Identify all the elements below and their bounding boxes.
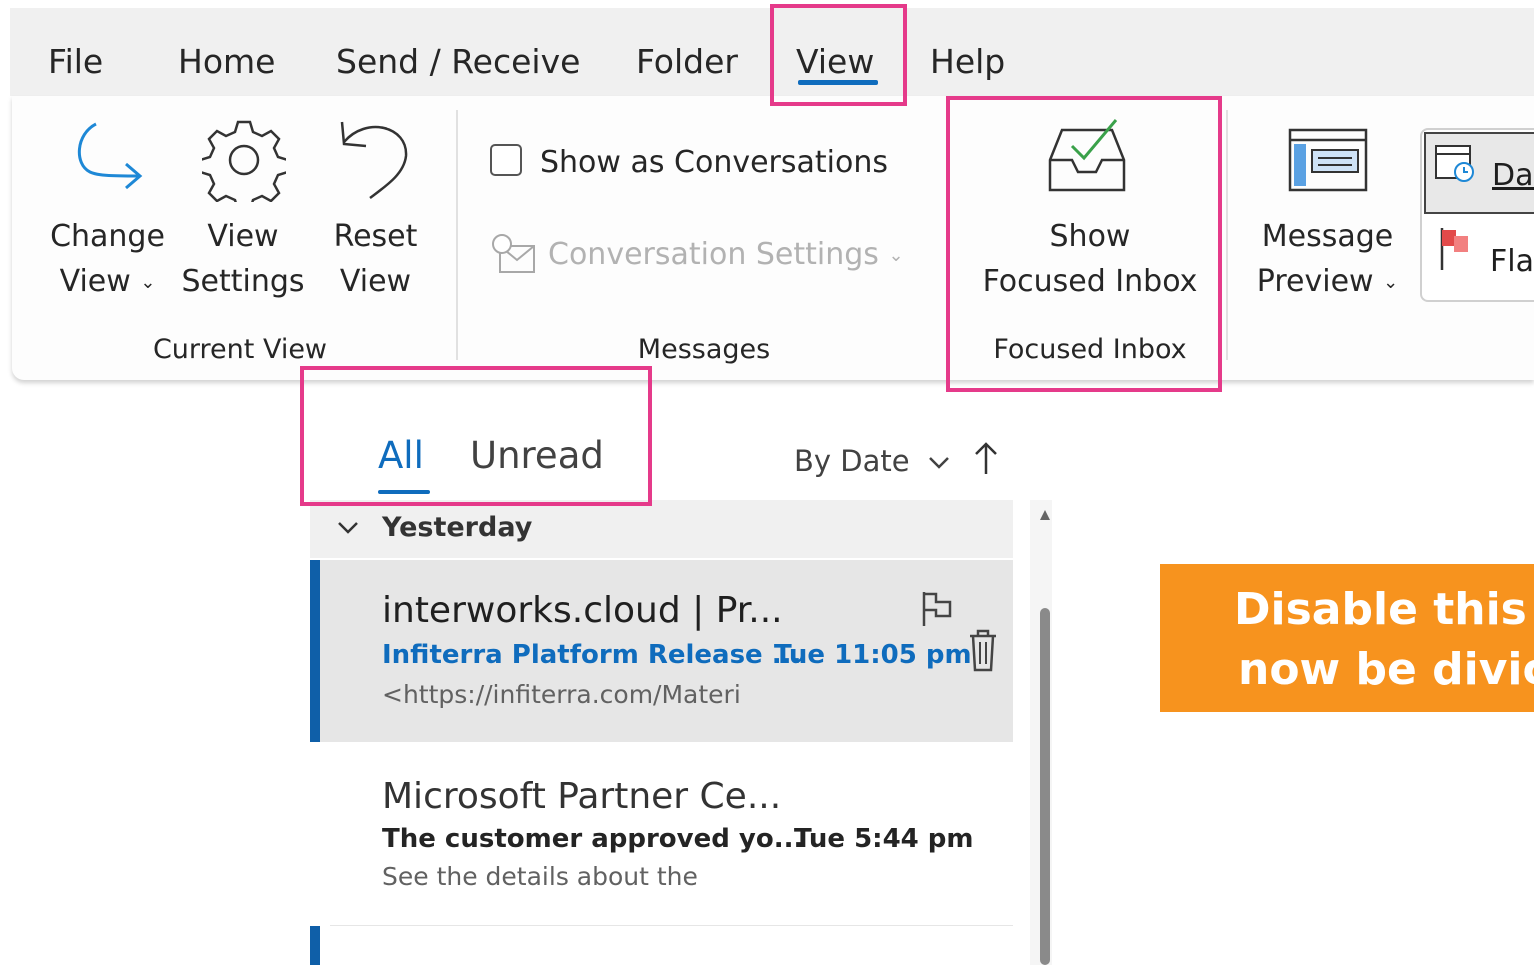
chevron-down-icon: ⌄ (140, 272, 156, 293)
highlight-view-tab (770, 4, 907, 106)
tab-home[interactable]: Home (178, 42, 275, 81)
unread-indicator (310, 926, 320, 965)
show-as-conversations-label[interactable]: Show as Conversations (540, 140, 888, 185)
sort-by-dropdown[interactable]: By Date (794, 444, 951, 478)
group-label-messages: Messages (637, 334, 771, 365)
mail-preview: See the details about the (382, 862, 698, 891)
group-divider (456, 110, 458, 360)
show-as-conversations-checkbox[interactable] (490, 144, 522, 176)
undo-icon (340, 121, 408, 200)
tab-help[interactable]: Help (930, 42, 1005, 81)
arrange-by-date-button[interactable]: Dat (1424, 132, 1534, 214)
arrange-by-date-label: Dat (1492, 158, 1534, 193)
tab-send-receive[interactable]: Send / Receive (336, 42, 580, 81)
view-settings-label: View Settings (181, 219, 305, 299)
chevron-down-icon: ⌄ (888, 245, 904, 266)
mail-list-item[interactable] (310, 926, 1013, 965)
unread-indicator (310, 560, 320, 742)
group-label-current-view: Current View (152, 334, 328, 365)
instruction-callout: Disable this v now be divic (1160, 564, 1534, 712)
mail-subject: interworks.cloud | Pr... (382, 590, 783, 631)
mail-sender: Infiterra Platform Release ... (382, 640, 802, 670)
message-preview-button[interactable]: Message Preview ⌄ (1240, 110, 1415, 310)
group-header-yesterday[interactable]: Yesterday (310, 500, 1013, 558)
trash-icon[interactable] (968, 628, 998, 672)
chevron-down-icon: ⌄ (1383, 272, 1399, 293)
message-preview-icon (1288, 128, 1368, 192)
highlight-focused-inbox (946, 96, 1222, 392)
conversation-settings-button[interactable]: Conversation Settings ⌄ (548, 232, 904, 278)
callout-line-1: Disable this v (1234, 584, 1534, 635)
mail-time: Tue 11:05 pm (774, 640, 972, 670)
mail-list-item[interactable]: Microsoft Partner Ce... The customer app… (310, 744, 1013, 924)
chevron-down-icon (338, 522, 358, 534)
sort-arrow-up-icon[interactable] (972, 440, 1000, 476)
chevron-down-icon (928, 457, 949, 469)
arrange-by-flag-label: Fla (1490, 244, 1534, 279)
change-view-label: Change View ⌄ (50, 219, 165, 299)
scrollbar-thumb[interactable] (1040, 608, 1050, 965)
flag-icon (1440, 228, 1468, 270)
mail-time: Tue 5:44 pm (794, 824, 974, 854)
view-settings-button[interactable]: View Settings (178, 110, 308, 310)
message-preview-label: Message Preview ⌄ (1256, 219, 1399, 299)
group-divider (1226, 110, 1228, 360)
change-view-button[interactable]: Change View ⌄ (40, 110, 175, 310)
conversation-settings-icon (492, 234, 535, 273)
tab-file[interactable]: File (48, 42, 103, 81)
gear-icon (202, 120, 286, 202)
mail-list-item[interactable]: interworks.cloud | Pr... Infiterra Platf… (310, 560, 1013, 742)
flag-outline-icon[interactable] (920, 588, 954, 628)
group-header-label: Yesterday (382, 512, 533, 543)
reset-view-label: Reset View (333, 219, 418, 299)
highlight-all-unread-tabs (300, 366, 652, 506)
mail-subject: Microsoft Partner Ce... (382, 776, 782, 817)
arrange-by-flag-button[interactable]: Fla (1424, 222, 1534, 292)
mail-preview: <https://infiterra.com/Materi (382, 680, 741, 709)
reset-view-button[interactable]: Reset View (318, 110, 433, 310)
scroll-up-arrow-icon[interactable] (1038, 506, 1052, 522)
mail-sender: The customer approved yo... (382, 824, 804, 854)
tab-folder[interactable]: Folder (636, 42, 738, 81)
calendar-clock-icon (1435, 145, 1474, 182)
callout-line-2: now be divic (1238, 644, 1534, 695)
change-view-icon (77, 122, 143, 190)
